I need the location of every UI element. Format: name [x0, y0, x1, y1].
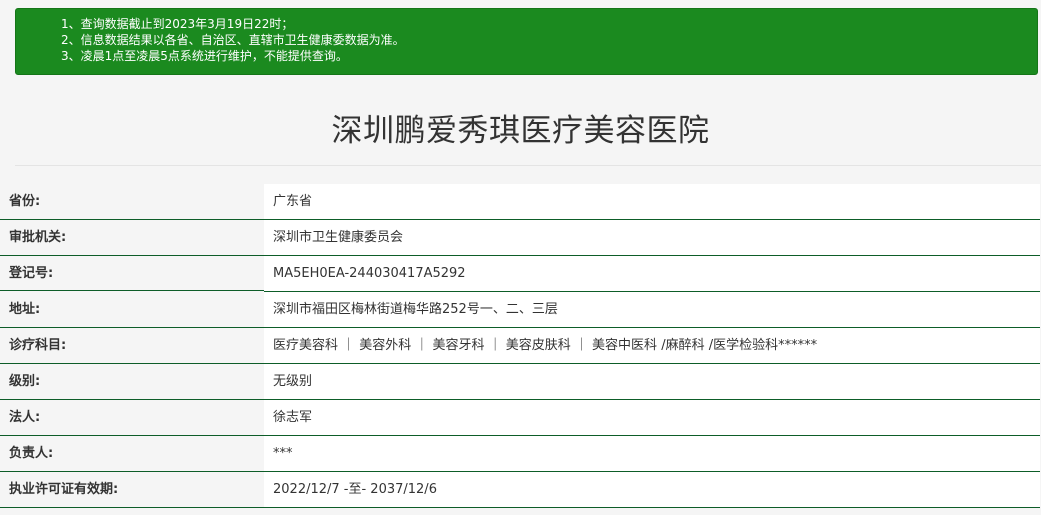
field-label-registration-number: 登记号:: [0, 256, 264, 292]
field-value-legal-representative: 徐志军: [264, 400, 1040, 436]
field-label-license-validity: 执业许可证有效期:: [0, 472, 264, 508]
notice-banner: 1、查询数据截止到2023年3月19日22时； 2、信息数据结果以各省、自治区、…: [15, 8, 1038, 75]
field-label-approval-authority: 审批机关:: [0, 220, 264, 256]
field-value-address: 深圳市福田区梅林街道梅华路252号一、二、三层: [264, 292, 1040, 328]
notice-line-2: 2、信息数据结果以各省、自治区、直辖市卫生健康委数据为准。: [61, 33, 405, 47]
field-value-departments: 医疗美容科 ｜ 美容外科 ｜ 美容牙科 ｜ 美容皮肤科 ｜ 美容中医科 /麻醉科…: [264, 328, 1040, 364]
field-label-province: 省份:: [0, 184, 264, 220]
notice-line-1: 1、查询数据截止到2023年3月19日22时；: [61, 17, 294, 31]
field-row-person-in-charge: 负责人: ***: [0, 436, 1041, 472]
field-label-address: 地址:: [0, 292, 264, 328]
field-label-level: 级别:: [0, 364, 264, 400]
field-row-registration-number: 登记号: MA5EH0EA-244030417A5292: [0, 256, 1041, 292]
field-row-legal-representative: 法人: 徐志军: [0, 400, 1041, 436]
field-row-level: 级别: 无级别: [0, 364, 1041, 400]
field-value-license-validity: 2022/12/7 -至- 2037/12/6: [264, 472, 1040, 508]
title-divider: [15, 165, 1041, 166]
field-value-registration-number: MA5EH0EA-244030417A5292: [264, 256, 1040, 292]
field-value-approval-authority: 深圳市卫生健康委员会: [264, 220, 1040, 256]
field-value-province: 广东省: [264, 184, 1040, 220]
field-label-departments: 诊疗科目:: [0, 328, 264, 364]
field-label-person-in-charge: 负责人:: [0, 436, 264, 472]
notice-line-3: 3、凌晨1点至凌晨5点系统进行维护，不能提供查询。: [61, 49, 348, 63]
field-row-address: 地址: 深圳市福田区梅林街道梅华路252号一、二、三层: [0, 292, 1041, 328]
page-title: 深圳鹏爱秀琪医疗美容医院: [331, 113, 710, 149]
institution-info-table: 省份: 广东省 审批机关: 深圳市卫生健康委员会 登记号: MA5EH0EA-2…: [0, 184, 1041, 508]
field-value-level: 无级别: [264, 364, 1040, 400]
field-row-province: 省份: 广东省: [0, 184, 1041, 220]
field-label-legal-representative: 法人:: [0, 400, 264, 436]
field-row-departments: 诊疗科目: 医疗美容科 ｜ 美容外科 ｜ 美容牙科 ｜ 美容皮肤科 ｜ 美容中医…: [0, 328, 1041, 364]
field-row-approval-authority: 审批机关: 深圳市卫生健康委员会: [0, 220, 1041, 256]
field-value-person-in-charge: ***: [264, 436, 1040, 472]
field-row-license-validity: 执业许可证有效期: 2022/12/7 -至- 2037/12/6: [0, 472, 1041, 508]
